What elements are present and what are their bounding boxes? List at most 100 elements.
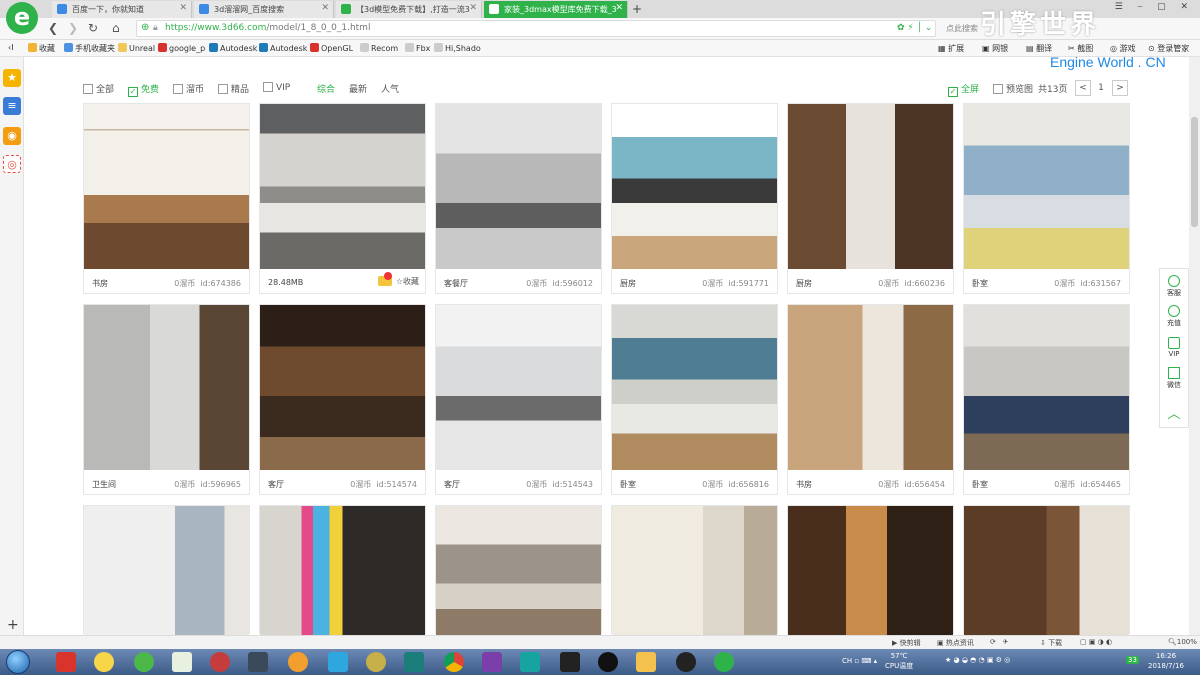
model-thumbnail[interactable] bbox=[612, 506, 777, 635]
forward-icon[interactable]: ❯ bbox=[68, 21, 78, 35]
bookmark-toggle-icon[interactable]: ‹I bbox=[8, 43, 14, 52]
app-icon-youdao[interactable] bbox=[56, 652, 76, 672]
fullscreen-toggle[interactable]: ✓ 全屏 bbox=[948, 82, 979, 97]
page-next-button[interactable]: > bbox=[1112, 80, 1128, 96]
close-icon[interactable]: ✕ bbox=[321, 3, 329, 13]
close-icon[interactable]: ✕ bbox=[469, 3, 477, 13]
model-card[interactable]: 卧室 0溜币 id:656816 bbox=[611, 304, 778, 495]
model-card[interactable]: 客餐厅 0溜币 id:596012 bbox=[435, 103, 602, 294]
bookmark-item[interactable]: Autodesk bbox=[259, 43, 307, 53]
status-news[interactable]: ▣ 热点资讯 bbox=[937, 638, 974, 648]
app-icon-ue[interactable] bbox=[366, 652, 386, 672]
model-thumbnail[interactable] bbox=[612, 305, 777, 470]
url-bar[interactable]: ⊕ 🔒︎ https://www.3d66.com/model/1_8_0_0_… bbox=[136, 20, 936, 37]
model-thumbnail[interactable] bbox=[84, 305, 249, 470]
tab-baidu[interactable]: 百度一下，你就知道 ✕ bbox=[52, 1, 192, 18]
close-icon[interactable]: ✕ bbox=[615, 3, 623, 13]
tray-icons[interactable]: ★ ◕ ◒ ◓ ◔ ▣ ⚙ ◎ bbox=[945, 656, 1010, 664]
notes-icon[interactable]: ≡ bbox=[3, 97, 21, 115]
bookmark-item[interactable]: google_p bbox=[158, 43, 205, 53]
zoom-level[interactable]: 🔍︎100% bbox=[1168, 638, 1197, 646]
bookmark-item[interactable]: Autodesk bbox=[209, 43, 257, 53]
favorite-icon[interactable]: ☆ bbox=[396, 277, 403, 286]
app-icon-explorer[interactable] bbox=[636, 652, 656, 672]
service-button[interactable]: 客服 bbox=[1160, 275, 1188, 298]
status-icons[interactable]: ⟳ ✈ bbox=[990, 638, 1008, 646]
tab-3d-search[interactable]: 3d溜溜网_百度搜索 ✕ bbox=[194, 1, 334, 18]
page-prev-button[interactable]: < bbox=[1075, 80, 1091, 96]
model-card[interactable]: 客厅 0溜币 id:514543 bbox=[435, 304, 602, 495]
bookmark-item[interactable]: Hi,Shado bbox=[434, 43, 481, 53]
clock[interactable]: 16:26 2018/7/16 bbox=[1148, 651, 1184, 671]
tray-badge[interactable]: 33 bbox=[1126, 656, 1139, 664]
status-tools[interactable]: ▢ ▣ ◑ ◐ bbox=[1080, 638, 1112, 646]
app-icon-clover[interactable] bbox=[134, 652, 154, 672]
sort-overall[interactable]: 综合 bbox=[317, 82, 335, 95]
app-icon-telegram[interactable] bbox=[328, 652, 348, 672]
close-icon[interactable]: ✕ bbox=[179, 3, 187, 13]
model-card[interactable]: 书房 0溜币 id:656454 bbox=[787, 304, 954, 495]
bookmark-item[interactable]: Recom bbox=[360, 43, 398, 53]
back-icon[interactable]: ❮ bbox=[48, 21, 58, 35]
app-icon-maya[interactable] bbox=[520, 652, 540, 672]
search-hint[interactable]: 点此搜索 bbox=[946, 23, 978, 34]
model-thumbnail[interactable] bbox=[436, 305, 601, 470]
bookmark-item[interactable]: 手机收藏夹 bbox=[64, 43, 115, 54]
sort-popular[interactable]: 人气 bbox=[381, 82, 399, 95]
model-thumbnail[interactable] bbox=[964, 506, 1129, 635]
recharge-button[interactable]: 充值 bbox=[1160, 305, 1188, 328]
new-tab-button[interactable]: + bbox=[632, 2, 642, 16]
model-thumbnail[interactable] bbox=[84, 506, 249, 635]
app-icon-3dsmax[interactable] bbox=[404, 652, 424, 672]
app-icon-editor[interactable] bbox=[248, 652, 268, 672]
model-card[interactable]: 卫生间 0溜币 id:596965 bbox=[83, 304, 250, 495]
model-card[interactable]: 客厅 0溜币 id:514574 bbox=[259, 304, 426, 495]
favorite-label[interactable]: 收藏 bbox=[403, 277, 419, 286]
bookmark-item[interactable]: Unreal bbox=[118, 43, 155, 53]
app-icon-chart[interactable] bbox=[172, 652, 192, 672]
model-thumbnail[interactable] bbox=[436, 506, 601, 635]
back-to-top-button[interactable]: ︿ bbox=[1160, 403, 1188, 422]
model-card[interactable] bbox=[435, 505, 602, 635]
favorites-star-icon[interactable]: ★ bbox=[3, 69, 21, 87]
model-thumbnail[interactable] bbox=[788, 506, 953, 635]
model-card[interactable]: 书房 0溜币 id:674386 bbox=[83, 103, 250, 294]
model-card[interactable] bbox=[611, 505, 778, 635]
bookmark-item[interactable]: Fbx bbox=[405, 43, 430, 53]
app-icon-vs[interactable] bbox=[482, 652, 502, 672]
home-icon[interactable]: ⌂ bbox=[112, 21, 120, 35]
model-card[interactable] bbox=[259, 505, 426, 635]
page-scrollbar[interactable] bbox=[1189, 57, 1200, 635]
download-icon[interactable] bbox=[377, 272, 392, 286]
system-tray[interactable]: CH ▫ ⌨ ▴ bbox=[842, 657, 877, 665]
app-icon-search[interactable] bbox=[288, 652, 308, 672]
refresh-icon[interactable]: ↻ bbox=[88, 21, 98, 35]
toolbar-extensions[interactable]: ▦ 扩展 bbox=[938, 43, 964, 54]
model-card[interactable] bbox=[787, 505, 954, 635]
model-card[interactable]: 厨房 0溜币 id:591771 bbox=[611, 103, 778, 294]
model-card[interactable]: 厨房 0溜币 id:660236 bbox=[787, 103, 954, 294]
model-thumbnail[interactable] bbox=[436, 104, 601, 269]
model-thumbnail[interactable] bbox=[964, 104, 1129, 269]
model-thumbnail[interactable] bbox=[84, 104, 249, 269]
model-card[interactable] bbox=[963, 505, 1130, 635]
target-icon[interactable]: ◎ bbox=[3, 155, 21, 173]
sort-newest[interactable]: 最新 bbox=[349, 82, 367, 95]
wechat-button[interactable]: 微信 bbox=[1160, 367, 1188, 390]
app-icon-unreal[interactable] bbox=[676, 652, 696, 672]
model-thumbnail[interactable] bbox=[260, 305, 425, 470]
start-button[interactable] bbox=[6, 650, 30, 674]
model-thumbnail[interactable] bbox=[788, 104, 953, 269]
scroll-thumb[interactable] bbox=[1191, 117, 1198, 227]
filter-premium[interactable]: 精品 bbox=[218, 82, 249, 95]
app-icon-weather[interactable] bbox=[94, 652, 114, 672]
model-card[interactable]: 卧室 0溜币 id:654465 bbox=[963, 304, 1130, 495]
bookmark-item[interactable]: OpenGL bbox=[310, 43, 353, 53]
weibo-icon[interactable]: ◉ bbox=[3, 127, 21, 145]
model-thumbnail[interactable] bbox=[788, 305, 953, 470]
browser-logo-icon[interactable]: e bbox=[6, 2, 38, 34]
app-icon-media[interactable] bbox=[210, 652, 230, 672]
model-card[interactable]: 28.48MB ☆收藏 bbox=[259, 103, 426, 294]
tab-3d66-home[interactable]: 【3d模型免费下载】,打造一流3 ✕ bbox=[336, 1, 482, 18]
model-thumbnail[interactable] bbox=[260, 104, 425, 269]
